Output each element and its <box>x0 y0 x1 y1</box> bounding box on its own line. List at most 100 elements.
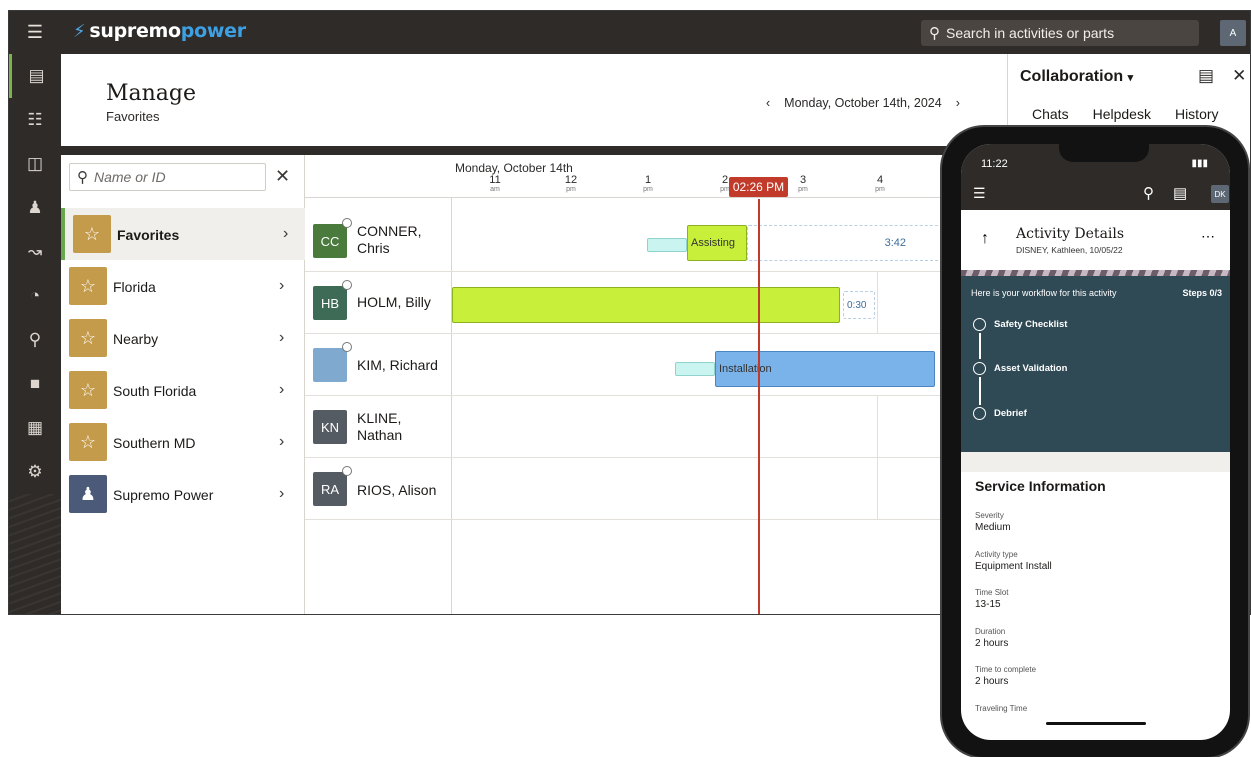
route-icon[interactable]: ⚲ <box>9 318 61 362</box>
resource-row-holm[interactable]: HB HOLM, Billy 0:30 <box>305 272 1007 334</box>
service-info-title: Service Information <box>975 478 1106 494</box>
hour-tick: 3 pm <box>798 174 808 194</box>
workflow-step[interactable]: Safety Checklist <box>973 318 1067 331</box>
arrow-up-icon[interactable]: ↑ <box>981 230 989 248</box>
workflow-panel: Here is your workflow for this activity … <box>961 276 1230 452</box>
hour-tick: 12 pm <box>564 174 578 194</box>
resource-name: CONNER, Chris <box>357 223 422 256</box>
field-label: Activity type <box>975 550 1018 559</box>
workflow-step[interactable]: Debrief <box>973 407 1027 420</box>
favorite-item-supremo-power[interactable]: ♟ Supremo Power › <box>61 468 305 520</box>
resource-row-rios[interactable]: RA RIOS, Alison <box>305 458 1007 520</box>
activity-remaining-bar[interactable]: 3:42 <box>747 225 947 261</box>
section-gap <box>961 452 1230 472</box>
group-icon: ♟ <box>69 475 107 513</box>
favorite-label: Southern MD <box>113 435 196 451</box>
step-circle-icon <box>973 362 986 375</box>
page-header: Manage Favorites ‹ Monday, October 14th,… <box>61 54 1007 146</box>
favorite-label: South Florida <box>113 383 197 399</box>
resources-icon[interactable]: ♟ <box>9 186 61 230</box>
field-value: Equipment Install <box>975 561 1052 572</box>
resource-name: KLINE, Nathan <box>357 410 403 443</box>
step-connector <box>979 377 981 405</box>
current-date[interactable]: Monday, October 14th, 2024 <box>784 96 942 110</box>
new-chat-icon[interactable]: ▤ <box>1198 66 1214 86</box>
travel-bar[interactable] <box>647 238 687 252</box>
user-avatar[interactable]: DK <box>1211 185 1229 203</box>
travel-bar[interactable] <box>675 362 715 376</box>
chat-icon[interactable]: ▤ <box>1173 184 1187 202</box>
top-bar: ☰ ⚡ supremo power ⚲ Search in activities … <box>9 11 1250 54</box>
dashboard-icon[interactable]: ◫ <box>9 142 61 186</box>
mobile-nav-bar: ☰ ⚲ ▤ DK <box>961 178 1230 210</box>
activity-bar-assisting[interactable]: Assisting <box>687 225 747 261</box>
favorite-label: Supremo Power <box>113 487 214 503</box>
timeline-header-divider <box>305 197 1007 198</box>
row-end-line <box>877 272 878 334</box>
favorite-item-favorites[interactable]: ☆ Favorites › <box>61 208 305 260</box>
status-dot-icon <box>342 466 352 476</box>
timeline-date: Monday, October 14th <box>455 161 573 175</box>
avatar-photo <box>313 342 352 382</box>
menu-icon[interactable]: ☰ <box>973 185 986 202</box>
search-icon[interactable]: ⚲ <box>1143 184 1154 202</box>
star-icon: ☆ <box>69 423 107 461</box>
gauge-icon[interactable]: ◔ <box>9 274 61 318</box>
workflow-step[interactable]: Asset Validation <box>973 362 1067 375</box>
status-dot-icon <box>342 218 352 228</box>
global-search-input[interactable]: ⚲ Search in activities or parts <box>921 20 1199 46</box>
star-icon: ☆ <box>69 267 107 305</box>
star-icon: ☆ <box>73 215 111 253</box>
avatar: CC <box>313 218 352 258</box>
chevron-down-icon: ▾ <box>1127 72 1134 84</box>
menu-icon[interactable]: ☰ <box>9 11 61 54</box>
resource-row-conner[interactable]: CC CONNER, Chris Assisting 3:42 <box>305 210 1007 272</box>
chevron-right-icon[interactable]: › <box>956 96 960 110</box>
app-logo: ⚡ supremo power <box>73 20 246 42</box>
hour-tick: 4 pm <box>875 174 885 194</box>
field-value: 2 hours <box>975 638 1009 649</box>
favorite-item-southern-md[interactable]: ☆ Southern MD › <box>61 416 305 468</box>
reports-icon[interactable]: ↝ <box>9 230 61 274</box>
star-icon: ☆ <box>69 371 107 409</box>
field-label: Time to complete <box>975 665 1037 674</box>
more-options-icon[interactable]: ⋯ <box>1201 228 1215 245</box>
chevron-left-icon[interactable]: ‹ <box>766 96 770 110</box>
activity-bar-installation[interactable]: Installation <box>715 351 935 387</box>
settings-gear-icon[interactable]: ⚙ <box>9 450 61 494</box>
workflow-steps-count: Steps 0/3 <box>1182 288 1222 298</box>
field-value: 2 hours <box>975 676 1009 687</box>
field-label: Time Slot <box>975 588 1009 597</box>
activity-search-icon[interactable]: ☷ <box>9 98 61 142</box>
favorite-item-south-florida[interactable]: ☆ South Florida › <box>61 364 305 416</box>
hour-tick: 1 pm <box>643 174 653 194</box>
user-avatar[interactable]: A <box>1220 20 1246 46</box>
logo-text-main: supremo <box>89 20 181 42</box>
chevron-right-icon: › <box>279 329 285 346</box>
field-label: Severity <box>975 511 1004 520</box>
home-indicator[interactable] <box>1046 722 1146 725</box>
resource-row-kline[interactable]: KN KLINE, Nathan <box>305 396 1007 458</box>
calendar-icon[interactable]: ▦ <box>9 406 61 450</box>
row-end-line <box>877 458 878 520</box>
activity-remaining-bar[interactable]: 0:30 <box>843 291 875 319</box>
favorites-search-input[interactable]: ⚲ Name or ID <box>69 163 266 191</box>
activity-bar[interactable] <box>452 287 840 323</box>
close-icon[interactable]: ✕ <box>1232 66 1246 86</box>
clear-icon[interactable]: ✕ <box>275 166 290 187</box>
row-end-line <box>877 396 878 458</box>
dispatch-console-icon[interactable]: ▤ <box>9 54 61 98</box>
favorite-label: Nearby <box>113 331 159 347</box>
search-icon: ⚲ <box>77 169 88 186</box>
rail-texture <box>9 494 61 614</box>
collaboration-title[interactable]: Collaboration ▾ <box>1020 68 1133 86</box>
search-placeholder: Search in activities or parts <box>946 25 1115 41</box>
map-icon[interactable]: ■ <box>9 362 61 406</box>
search-icon: ⚲ <box>929 25 940 42</box>
activity-subtitle: DISNEY, Kathleen, 10/05/22 <box>1016 245 1123 255</box>
resource-row-kim[interactable]: KIM, Richard Installation <box>305 334 1007 396</box>
status-time: 11:22 <box>981 158 1008 170</box>
favorite-item-nearby[interactable]: ☆ Nearby › <box>61 312 305 364</box>
favorite-item-florida[interactable]: ☆ Florida › <box>61 260 305 312</box>
field-label: Duration <box>975 627 1006 636</box>
